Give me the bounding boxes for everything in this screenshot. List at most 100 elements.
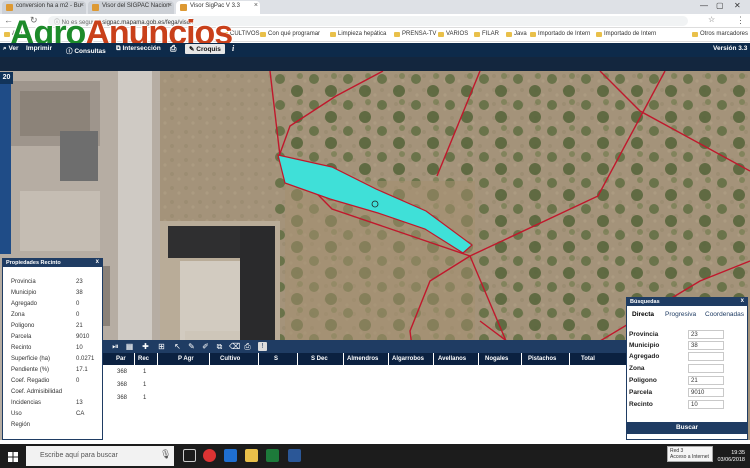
- eraser-icon[interactable]: ⌫: [229, 342, 240, 351]
- bookmark-importado-2[interactable]: Importado de Intern: [596, 31, 656, 37]
- col-sdec[interactable]: S Dec: [311, 356, 328, 362]
- imprimir-menu[interactable]: Imprimir: [26, 45, 52, 52]
- pointer-icon[interactable]: ↖: [173, 342, 182, 351]
- search-tabs: Directa Progresiva Coordenadas: [627, 308, 747, 322]
- field-label: Zona: [629, 365, 645, 372]
- browser-tab-2[interactable]: Visor del SIGPAC Nacion ×: [88, 1, 174, 14]
- maximize-icon[interactable]: ▢: [716, 1, 724, 10]
- prop-value: 38: [76, 290, 83, 296]
- prop-label: Coef. Admisibilidad: [11, 389, 63, 395]
- poligono-input[interactable]: 21: [688, 376, 724, 385]
- edge-icon[interactable]: [224, 449, 237, 462]
- alert-icon[interactable]: !: [258, 342, 267, 351]
- close-icon[interactable]: x: [741, 298, 744, 304]
- col-algarrobos[interactable]: Algarrobos: [392, 356, 424, 362]
- zona-input[interactable]: [688, 364, 724, 373]
- prop-value: 21: [76, 323, 83, 329]
- consultas-menu[interactable]: ⓘ Consultas: [66, 45, 106, 55]
- browser-tab-3-active[interactable]: Visor SigPac V 3.3 ×: [176, 1, 260, 14]
- about-info-icon[interactable]: i: [232, 44, 234, 53]
- tab-progresiva[interactable]: Progresiva: [665, 311, 696, 318]
- col-pagr[interactable]: P Agr: [178, 356, 194, 362]
- minimize-icon[interactable]: —: [700, 1, 708, 10]
- props-header: Propiedades Recinto x: [3, 259, 102, 267]
- col-par[interactable]: Par: [116, 356, 126, 362]
- browser-tab-bar: conversion ha a m2 - Bu × Visor del SIGPA…: [0, 0, 750, 14]
- propiedades-recinto-panel: Propiedades Recinto x Provincia 23 Municip…: [2, 258, 103, 440]
- bookmark-prensa[interactable]: PRENSA-TV: [394, 31, 436, 37]
- bookmark-star-icon[interactable]: ☆: [708, 15, 715, 24]
- bookmark-java[interactable]: Java: [506, 31, 527, 37]
- bookmark-otros[interactable]: Otros marcadores: [692, 31, 748, 37]
- croquis-button[interactable]: ✎ Croquis: [185, 44, 225, 54]
- prop-label: Parcela: [11, 334, 32, 340]
- field-label: Poligono: [629, 377, 657, 384]
- file-explorer-icon[interactable]: [245, 449, 258, 462]
- busquedas-panel: Búsquedas x Directa Progresiva Coordenada…: [626, 297, 748, 440]
- edit-icon[interactable]: ✐: [201, 342, 210, 351]
- buscar-button[interactable]: Buscar: [627, 422, 747, 434]
- print-icon[interactable]: ⎙: [243, 342, 252, 351]
- prop-label: Poligono: [11, 323, 35, 329]
- browser-tab-1[interactable]: conversion ha a m2 - Bu ×: [2, 1, 86, 14]
- prop-value: CA: [76, 411, 85, 417]
- prop-value: 23: [76, 279, 83, 285]
- agregado-input[interactable]: [688, 352, 724, 361]
- windows-start-icon[interactable]: [8, 452, 18, 462]
- prop-label: Agregado: [11, 301, 38, 307]
- bookmark-filar[interactable]: FILAR: [474, 31, 499, 37]
- sigpac-favicon-icon: [180, 4, 187, 11]
- add-column-icon[interactable]: ⊞: [157, 342, 166, 351]
- prop-value: 0: [76, 312, 80, 318]
- microphone-icon[interactable]: 🎙: [160, 449, 171, 460]
- parcela-input[interactable]: 9010: [688, 388, 724, 397]
- col-total[interactable]: Total: [581, 356, 595, 362]
- excel-icon[interactable]: [266, 449, 279, 462]
- prop-label: Provincia: [11, 279, 36, 285]
- prop-label: Zona: [11, 312, 25, 318]
- tab-coordenadas[interactable]: Coordenadas: [705, 311, 744, 318]
- prop-label: Coef. Regadio: [11, 378, 50, 384]
- col-rec[interactable]: Rec: [138, 356, 149, 362]
- recinto-input[interactable]: 10: [688, 400, 724, 409]
- taskbar-search-box[interactable]: Escribe aquí para buscar: [26, 446, 174, 466]
- col-avellanos[interactable]: Avellanos: [438, 356, 466, 362]
- bookmark-importado-1[interactable]: Importado de Intern: [530, 31, 590, 37]
- bookmark-programar[interactable]: Con qué programar: [260, 31, 320, 37]
- task-view-icon[interactable]: [183, 449, 196, 462]
- col-nogales[interactable]: Nogales: [485, 356, 508, 362]
- bookmark-limpieza[interactable]: Limpieza hepática: [330, 31, 386, 37]
- col-pistachos[interactable]: Pistachos: [528, 356, 556, 362]
- bookmark-varios[interactable]: VARIOS: [438, 31, 468, 37]
- menu-icon[interactable]: ⋮: [736, 15, 745, 26]
- print-icon[interactable]: ⎙: [170, 44, 176, 54]
- play-icon[interactable]: ⏯: [111, 342, 120, 351]
- interseccion-menu[interactable]: ⧉ Intersección: [116, 45, 161, 53]
- col-almendros[interactable]: Almendros: [347, 356, 378, 362]
- close-icon[interactable]: x: [96, 259, 99, 265]
- municipio-input[interactable]: 38: [688, 341, 724, 350]
- prop-value: 0: [76, 301, 80, 307]
- close-tab-icon[interactable]: ×: [80, 2, 84, 9]
- copy-icon[interactable]: ⧉: [215, 342, 224, 351]
- pencil-icon[interactable]: ✎: [187, 342, 196, 351]
- tab-directa[interactable]: Directa: [632, 311, 654, 318]
- chrome-icon[interactable]: [203, 449, 216, 462]
- field-label: Parcela: [629, 389, 653, 396]
- table-icon[interactable]: ▦: [125, 342, 134, 351]
- prop-label: Recinto: [11, 345, 32, 351]
- col-cultivo[interactable]: Cultivo: [220, 356, 240, 362]
- add-row-icon[interactable]: ✚: [141, 342, 150, 351]
- version-label: Versión 3.3: [713, 45, 748, 52]
- col-s[interactable]: S: [274, 356, 278, 362]
- close-window-icon[interactable]: ✕: [734, 1, 741, 10]
- word-icon[interactable]: [288, 449, 301, 462]
- close-tab-icon[interactable]: ×: [254, 2, 258, 9]
- zoom-slider[interactable]: [0, 84, 11, 254]
- provincia-input[interactable]: 23: [688, 330, 724, 339]
- table-toolbar: ⏯ ▦ ✚ ⊞ ↖ ✎ ✐ ⧉ ⌫ ⎙ !: [103, 340, 626, 353]
- close-tab-icon[interactable]: ×: [168, 2, 172, 9]
- prop-value: 0: [76, 378, 80, 384]
- system-clock[interactable]: 19:35 03/06/2018: [712, 450, 745, 464]
- ver-menu[interactable]: ⌕ Ver: [3, 45, 19, 53]
